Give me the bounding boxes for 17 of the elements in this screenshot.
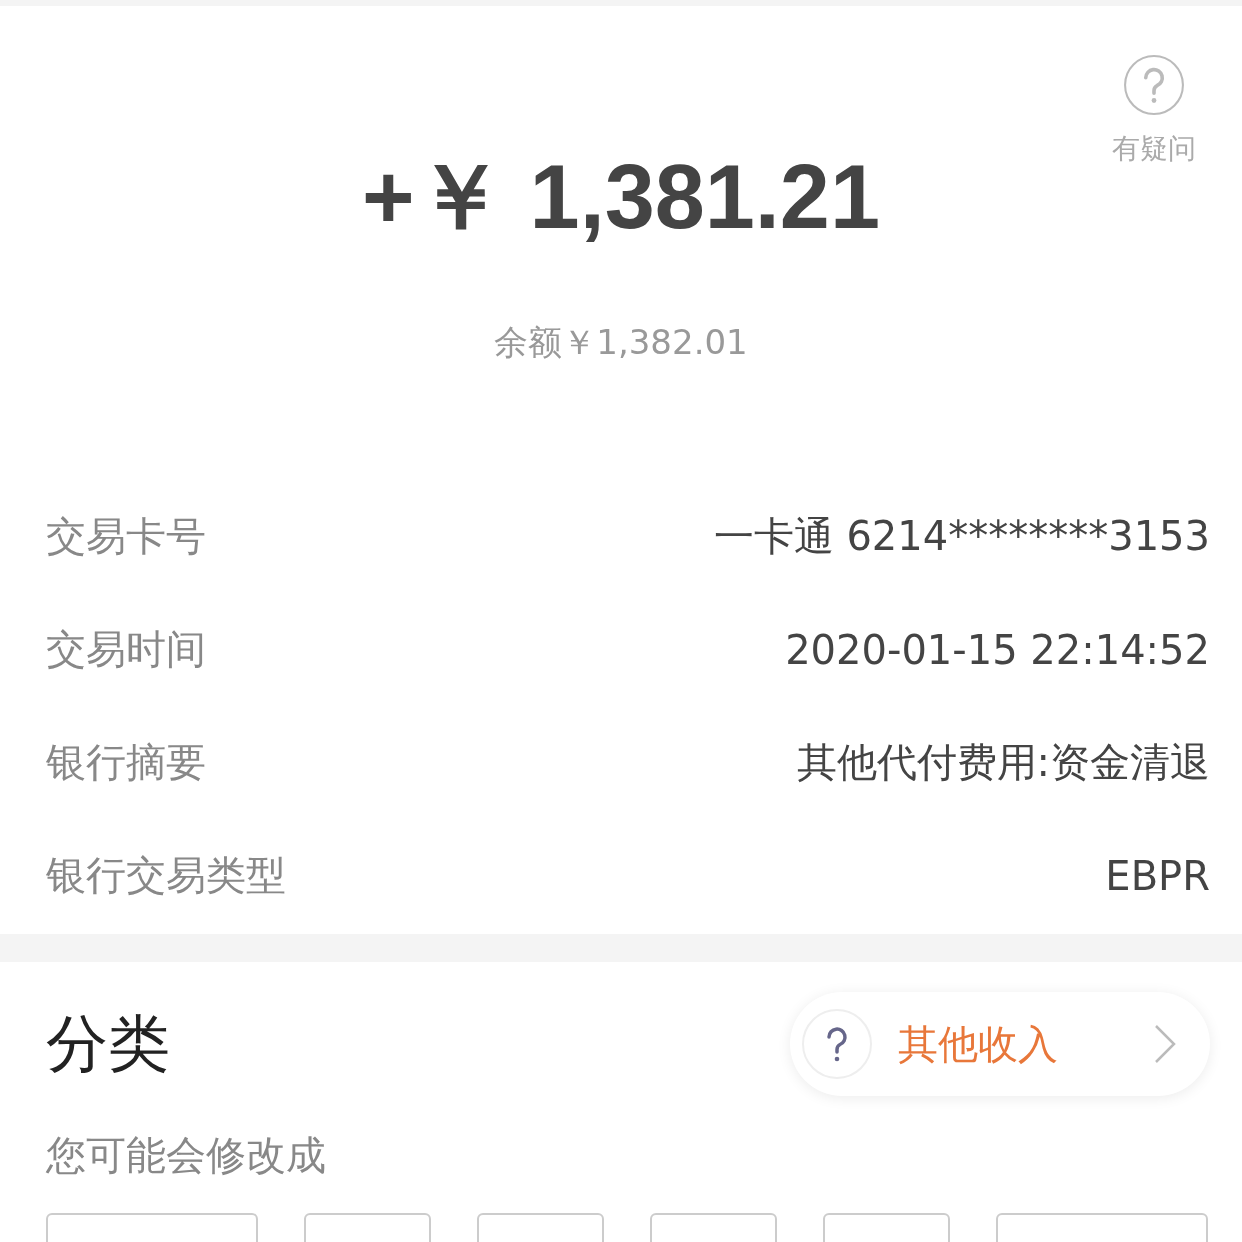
help-icon (1123, 54, 1185, 116)
suggestion-hint: 您可能会修改成 (46, 1131, 327, 1180)
question-icon (802, 1009, 872, 1079)
section-title: 分类 (46, 1006, 170, 1082)
help-button[interactable]: 有疑问 (1112, 54, 1196, 168)
detail-label: 交易卡号 (46, 512, 206, 561)
detail-value: 其他代付费用:资金清退 (796, 738, 1210, 787)
chevron-right-icon (1154, 1024, 1176, 1064)
detail-value: 2020-01-15 22:14:52 (785, 626, 1210, 673)
detail-value: EBPR (1105, 852, 1210, 899)
detail-value: 一卡通 6214********3153 (713, 512, 1210, 561)
detail-label: 银行摘要 (46, 738, 206, 787)
balance: 余额￥1,382.01 (494, 321, 748, 364)
category-button[interactable]: 其他收入 (790, 992, 1210, 1096)
amount: +￥ 1,381.21 (362, 152, 880, 242)
detail-label: 银行交易类型 (46, 851, 286, 900)
detail-label: 交易时间 (46, 625, 206, 674)
